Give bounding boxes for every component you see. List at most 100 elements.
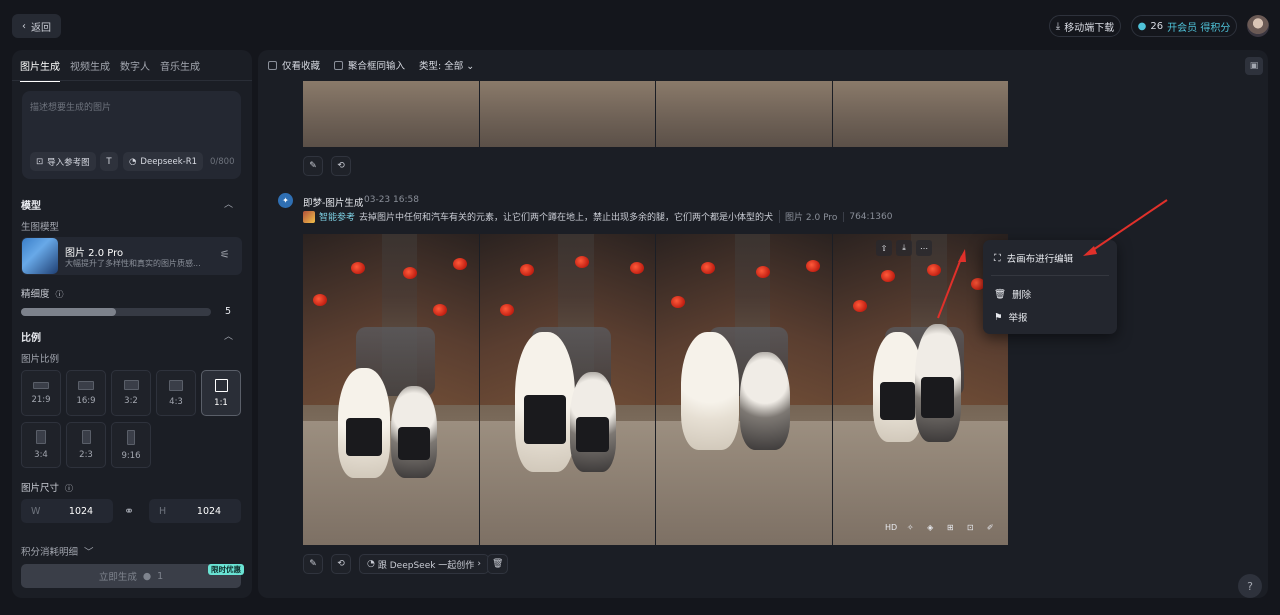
crop-icon[interactable]: ⊡: [963, 520, 977, 534]
ratio-option[interactable]: 4:3: [156, 370, 196, 416]
download-icon[interactable]: ⤓: [896, 240, 912, 256]
checkbox: [334, 61, 344, 70]
image-tile[interactable]: [479, 234, 655, 545]
detail-label: 精细度 ⓘ: [21, 289, 64, 300]
image-tile[interactable]: [656, 234, 832, 545]
credit-count: 26: [1150, 20, 1164, 32]
credits-button[interactable]: ● 26 开会员 得积分: [1131, 15, 1237, 37]
edit-prompt-button[interactable]: ✎: [303, 554, 323, 574]
brush-icon[interactable]: ✐: [983, 520, 997, 534]
image-tile[interactable]: [832, 81, 1008, 147]
menu-edit-canvas[interactable]: ⛶ 去画布进行编辑: [994, 251, 1073, 266]
vip-link: 开会员 得积分: [1167, 22, 1231, 34]
expand-icon[interactable]: ⊞: [943, 520, 957, 534]
refresh-icon: ⟲: [337, 559, 345, 569]
generated-images: [303, 234, 1008, 545]
chevron-left-icon: ‹: [22, 20, 26, 32]
settings-sliders-icon[interactable]: ⚟: [220, 248, 230, 261]
ratio-shape: [123, 380, 139, 390]
text-icon: T: [106, 156, 112, 167]
trash-icon: 🗑: [492, 559, 504, 569]
favorites-filter[interactable]: 仅看收藏: [268, 58, 320, 72]
top-bar: ‹ 返回 ⤓ 移动端下载 ● 26 开会员 得积分: [0, 0, 1280, 50]
text-style-button[interactable]: T: [100, 152, 118, 171]
model-sub-label: 生图模型: [21, 222, 60, 233]
eraser-icon[interactable]: ◈: [923, 520, 937, 534]
model-section-title: 模型: [21, 201, 41, 212]
model-description: 大幅提升了多样性和真实的图片质感...: [65, 259, 201, 268]
width-input[interactable]: W 1024: [21, 499, 113, 523]
reference-thumbnail[interactable]: [303, 210, 315, 223]
tab-image[interactable]: 图片生成: [20, 58, 60, 82]
refresh-icon: ⟲: [337, 161, 345, 171]
share-icon[interactable]: ⇧: [876, 240, 892, 256]
size-tag: 764:1360: [843, 211, 892, 222]
ratio-shape: [36, 430, 46, 444]
prompt-input[interactable]: 描述想要生成的图片 ⊡ 导入参考图 T ◔ Deepseek-R1 0/800: [22, 91, 241, 179]
model-selector[interactable]: 图片 2.0 Pro 大幅提升了多样性和真实的图片质感... ⚟: [21, 237, 242, 275]
help-button[interactable]: ?: [1238, 574, 1262, 598]
delete-button[interactable]: 🗑: [487, 554, 509, 574]
credit-coin-icon: ●: [142, 570, 152, 582]
hd-button[interactable]: HD: [885, 520, 897, 534]
ratio-shape: [169, 379, 183, 391]
image-tile[interactable]: [479, 81, 655, 147]
chevron-down-icon: ⌄: [466, 61, 475, 72]
back-button[interactable]: ‹ 返回: [12, 14, 61, 38]
folder-icon[interactable]: ▣: [1245, 57, 1263, 75]
cost-details-toggle[interactable]: 积分消耗明细 ﹀: [21, 544, 94, 558]
image-tile[interactable]: [303, 81, 479, 147]
mobile-download-button[interactable]: ⤓ 移动端下载: [1049, 15, 1121, 37]
tab-music[interactable]: 音乐生成: [160, 58, 200, 82]
ratio-option[interactable]: 16:9: [66, 370, 106, 416]
image-import-icon: ⊡: [36, 156, 44, 167]
chevron-up-icon[interactable]: ︿: [224, 329, 233, 342]
tab-digital-human[interactable]: 数字人: [120, 58, 150, 82]
detail-value: 5: [225, 306, 232, 317]
menu-delete[interactable]: 🗑 删除: [994, 287, 1031, 302]
deepseek-create-button[interactable]: ◔ 跟 DeepSeek 一起创作 ›: [359, 554, 489, 574]
ratio-section-title: 比例: [21, 333, 41, 344]
image-tile[interactable]: [303, 234, 479, 545]
ratio-shape: [78, 380, 94, 390]
edit-prompt-button[interactable]: ✎: [303, 156, 323, 176]
info-icon: ⓘ: [55, 290, 64, 299]
whale-icon: ◔: [129, 156, 137, 167]
ratio-shape: [81, 430, 91, 444]
filter-bar: 仅看收藏 聚合框同输入 类型: 全部 ⌄: [268, 58, 474, 72]
prompt-line: 智能参考 去掉图片中任何和汽车有关的元素，让它们两个蹲在地上，禁止出现多余的腿，…: [303, 210, 892, 223]
ratio-option[interactable]: 2:3: [66, 422, 106, 468]
ratio-option[interactable]: 3:4: [21, 422, 61, 468]
image-hover-tools: ⇧ ⤓ ⋯: [876, 240, 932, 258]
magic-wand-icon[interactable]: ✧: [903, 520, 917, 534]
type-filter[interactable]: 类型: 全部 ⌄: [419, 58, 474, 72]
detail-slider[interactable]: [21, 308, 211, 316]
link-ratio-icon[interactable]: ⚭: [124, 504, 134, 518]
regenerate-button[interactable]: ⟲: [331, 156, 351, 176]
smart-reference-tag: 智能参考: [319, 213, 356, 223]
chevron-up-icon[interactable]: ︿: [224, 197, 233, 210]
report-icon: ⚑: [994, 311, 1003, 323]
ratio-option[interactable]: 3:2: [111, 370, 151, 416]
menu-divider: [991, 275, 1109, 276]
image-tile[interactable]: [832, 234, 1008, 545]
promo-badge: 限时优惠: [208, 564, 244, 575]
more-icon[interactable]: ⋯: [916, 240, 932, 256]
regenerate-button[interactable]: ⟲: [331, 554, 351, 574]
pencil-icon: ✎: [309, 161, 317, 171]
ratio-option[interactable]: 21:9: [21, 370, 61, 416]
height-input[interactable]: H 1024: [149, 499, 241, 523]
canvas-edit-icon: ⛶: [994, 252, 1001, 264]
menu-report[interactable]: ⚑ 举报: [994, 310, 1028, 325]
prompt-text: 去掉图片中任何和汽车有关的元素，让它们两个蹲在地上，禁止出现多余的腿，它们两个都…: [359, 213, 774, 223]
tab-video[interactable]: 视频生成: [70, 58, 110, 82]
deepseek-button[interactable]: ◔ Deepseek-R1: [123, 152, 204, 171]
user-avatar[interactable]: [1247, 15, 1269, 37]
aggregate-filter[interactable]: 聚合框同输入: [334, 58, 405, 72]
ratio-option[interactable]: 9:16: [111, 422, 151, 468]
char-count: 0/800: [210, 157, 235, 167]
checkbox: [268, 61, 277, 70]
import-reference-button[interactable]: ⊡ 导入参考图: [30, 152, 96, 171]
image-tile[interactable]: [656, 81, 832, 147]
ratio-option-selected[interactable]: 1:1: [201, 370, 241, 416]
